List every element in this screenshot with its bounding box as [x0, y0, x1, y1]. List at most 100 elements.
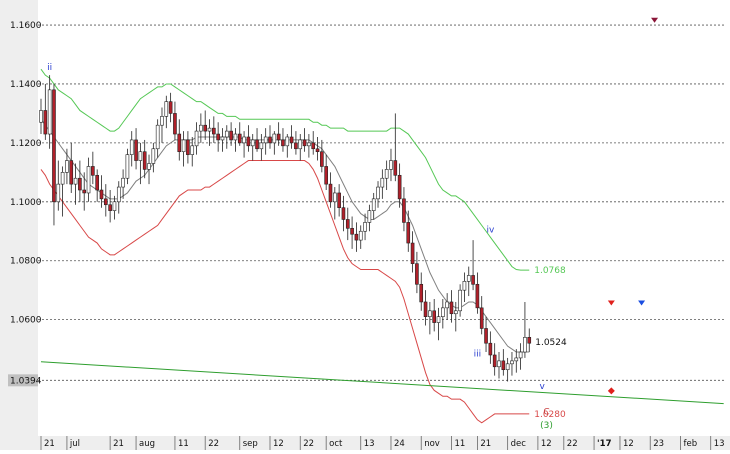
candle-body [523, 337, 527, 353]
chart-canvas: 1.1600 1.1400 1.1200 1.1000 1.0800 1.0600 1.03… [0, 0, 730, 450]
x-tick-label: nov [424, 439, 440, 449]
candle-body [65, 160, 69, 173]
candle-body [142, 151, 147, 170]
candle-body [199, 124, 203, 132]
candle-body [255, 139, 259, 150]
candle-body [52, 89, 56, 203]
candle-body [479, 307, 484, 329]
candle-body [402, 198, 406, 223]
chart: 1.1600 1.1400 1.1200 1.1000 1.0800 1.0600 1.03… [0, 0, 730, 450]
wave-label: (3) [540, 421, 553, 431]
candle-body [173, 113, 177, 135]
candle-body [285, 136, 290, 147]
candle-body [428, 310, 432, 317]
candle-body [510, 360, 514, 365]
candle-body [112, 201, 117, 211]
candle-body [501, 360, 506, 371]
x-tick-label: 13 [364, 439, 375, 449]
candle-body [410, 242, 415, 264]
candle-body [190, 145, 195, 155]
x-tick-label: 13 [714, 439, 725, 449]
candle-body [242, 136, 246, 144]
candle-body [233, 133, 238, 141]
x-tick-label: 11 [454, 439, 465, 449]
candle-body [328, 183, 333, 203]
candle-body [134, 139, 138, 161]
x-tick-label: sep [243, 439, 258, 449]
candle-body [103, 198, 108, 206]
y-tick-label: 1.1400 [10, 80, 42, 90]
x-tick-label: jul [69, 439, 80, 449]
candle-body [497, 360, 501, 368]
candle-body [69, 160, 74, 185]
candle-body [471, 275, 475, 285]
candle-body [121, 177, 125, 188]
candle-body [332, 192, 337, 203]
candle-body [216, 133, 220, 141]
x-tick-label: 22 [303, 439, 314, 449]
candle-body [432, 310, 437, 323]
candle-body [453, 310, 458, 315]
x-tick-label: 11 [178, 439, 189, 449]
candle-body [324, 166, 328, 185]
candle-body [488, 342, 493, 356]
candle-body [445, 301, 449, 309]
candle-body [86, 166, 91, 194]
y-tick-label: 1.1200 [10, 139, 42, 149]
candle-body [436, 316, 441, 323]
candle-body [116, 186, 121, 203]
x-tick-label: 22 [567, 439, 578, 449]
candle-body [194, 130, 199, 147]
last-close-label: 1.0524 [535, 338, 567, 348]
wave-label: iv [486, 226, 495, 236]
x-tick-label: 12 [541, 439, 552, 449]
candle-body [168, 101, 173, 114]
candle-body [384, 169, 389, 179]
candle-body [315, 148, 320, 153]
candle-body [492, 354, 497, 368]
candle-body [423, 301, 428, 317]
candle-body [466, 275, 471, 282]
candle-body [320, 151, 324, 167]
candle-body [276, 133, 281, 141]
wave-label: v [540, 382, 546, 392]
candle-body [95, 174, 99, 191]
candle-body [160, 116, 164, 126]
candle-body [263, 136, 268, 144]
candle-body [268, 136, 272, 144]
candle-body [389, 160, 393, 170]
candle-body [250, 139, 255, 147]
candle-body [406, 222, 411, 244]
candle-body [177, 133, 182, 153]
candle-body [229, 130, 233, 141]
candle-body [155, 124, 160, 150]
x-tick-label: 22 [208, 439, 219, 449]
candle-body [337, 192, 341, 208]
x-tick-label: '17 [597, 439, 612, 449]
band-label: 1.0280 [534, 410, 566, 420]
candle-body [367, 210, 372, 223]
x-tick-label: dec [511, 439, 527, 449]
candle-body [186, 139, 190, 155]
candle-body [82, 189, 87, 194]
candle-body [125, 154, 130, 179]
candle-body [181, 139, 186, 153]
x-tick-label: 21 [480, 439, 491, 449]
candle-body [207, 127, 212, 132]
candle-body [350, 228, 354, 235]
candle-body [281, 139, 285, 147]
candle-body [371, 198, 376, 211]
candle-body [56, 183, 61, 203]
candle-body [475, 283, 480, 309]
candle-body [458, 289, 462, 312]
candle-body [294, 142, 298, 150]
candle-body [237, 133, 242, 144]
candle-body [212, 127, 216, 135]
candle-body [298, 139, 303, 150]
candle-body [39, 110, 43, 123]
candle-body [376, 186, 380, 200]
candle-body [78, 177, 82, 191]
candle-body [462, 281, 467, 291]
band-label: 1.0768 [534, 266, 566, 276]
candle-body [393, 160, 398, 176]
